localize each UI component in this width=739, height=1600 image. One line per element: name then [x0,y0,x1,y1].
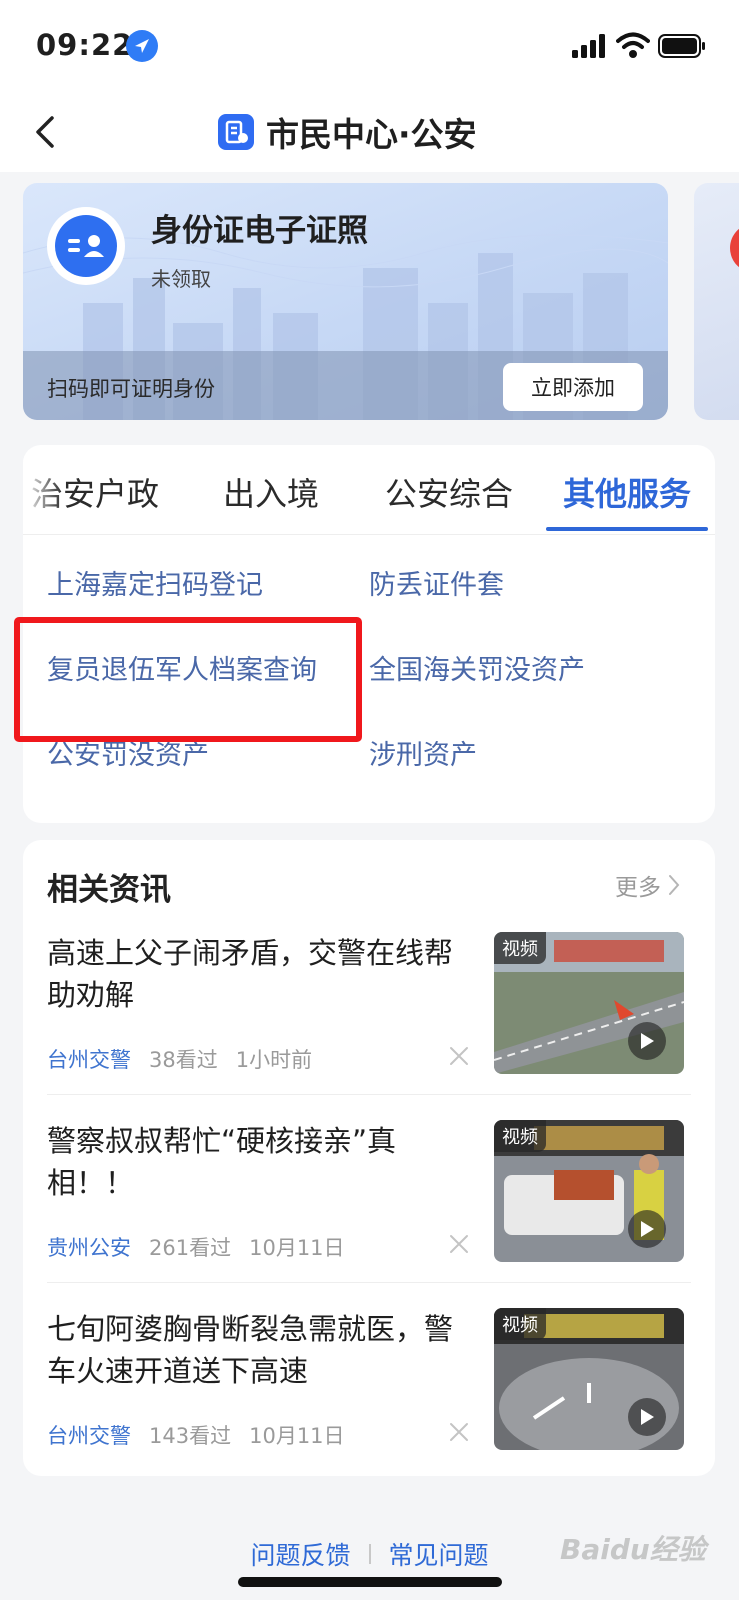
next-card-peek[interactable] [694,183,739,420]
nav-title-group: 市民中心·公安 [218,106,477,158]
news-item-meta: 台州交警 38看过 1小时前 [47,1044,312,1074]
news-divider [47,1094,691,1095]
nav-bar: 市民中心·公安 [0,92,739,172]
service-anti-loss-card-sleeve[interactable]: 防丢证件套 [369,563,504,602]
news-time: 10月11日 [249,1236,345,1260]
service-customs-confiscated-assets[interactable]: 全国海关罚没资产 [369,648,585,687]
news-item[interactable]: 七旬阿婆胸骨断裂急需就医，警车火速开道送下高速 台州交警 143看过 10月11… [47,1308,691,1476]
page-title: 市民中心·公安 [266,115,477,154]
news-views: 261看过 [149,1236,232,1260]
news-panel: 相关资讯 更多 高速上父子闹矛盾，交警在线帮助劝解 台州交警 38看过 1小时前 [23,840,715,1476]
news-item-meta: 贵州公安 261看过 10月11日 [47,1232,345,1262]
id-card-status: 未领取 [151,267,211,291]
service-tabs: 治安户政 出入境 公安综合 其他服务 [23,445,715,535]
news-item-title: 警察叔叔帮忙“硬核接亲”真相！！ [47,1124,397,1200]
chevron-right-icon [669,875,680,895]
service-criminal-assets[interactable]: 涉刑资产 [369,733,477,772]
news-section-title: 相关资讯 [47,872,171,908]
id-card-footer: 扫码即可证明身份 立即添加 [23,351,668,420]
cellular-signal-icon [572,34,605,58]
faq-link[interactable]: 常见问题 [389,1536,489,1572]
news-video-thumbnail[interactable]: 视频 [494,932,684,1074]
footer-separator [368,1544,371,1564]
app-document-icon [218,114,254,150]
news-item-meta: 台州交警 143看过 10月11日 [47,1420,345,1450]
video-tag: 视频 [494,1308,546,1340]
next-card-icon [730,223,739,273]
news-divider [47,1282,691,1283]
id-card-banner[interactable]: 身份证电子证照 未领取 扫码即可证明身份 立即添加 [23,183,668,420]
status-time: 09:22 [36,28,134,62]
close-icon[interactable] [447,1232,471,1256]
wifi-icon [616,32,650,58]
close-icon[interactable] [447,1044,471,1068]
tab-other-services[interactable]: 其他服务 [563,469,691,515]
news-more-link[interactable]: 更多 [615,868,681,902]
baidu-watermark-logo: Baidu经验 [560,1533,706,1566]
location-arrow-icon [126,30,158,62]
news-source[interactable]: 贵州公安 [47,1232,131,1262]
service-shanghai-jiading-scan[interactable]: 上海嘉定扫码登记 [47,563,263,602]
tab-fade-overlay [23,455,63,525]
close-icon[interactable] [447,1420,471,1444]
news-more-label: 更多 [615,875,661,901]
tab-public-security-general[interactable]: 公安综合 [385,469,513,515]
video-tag: 视频 [494,932,546,964]
play-icon[interactable] [628,1022,666,1060]
news-views: 38看过 [149,1048,218,1072]
feedback-link[interactable]: 问题反馈 [250,1536,350,1572]
news-video-thumbnail[interactable]: 视频 [494,1308,684,1450]
back-arrow-icon[interactable] [18,104,74,160]
id-card-title: 身份证电子证照 [151,213,368,249]
home-indicator[interactable] [238,1577,502,1587]
play-icon[interactable] [628,1210,666,1248]
add-id-card-button[interactable]: 立即添加 [503,363,643,411]
tab-exit-entry[interactable]: 出入境 [223,469,319,515]
news-item-title: 高速上父子闹矛盾，交警在线帮助劝解 [47,936,454,1012]
play-icon[interactable] [628,1398,666,1436]
battery-icon [658,34,705,58]
id-card-hint: 扫码即可证明身份 [47,377,215,401]
news-views: 143看过 [149,1424,232,1448]
active-tab-indicator [546,527,708,531]
red-highlight-box [14,617,362,742]
news-source[interactable]: 台州交警 [47,1420,131,1450]
video-tag: 视频 [494,1120,546,1152]
news-source[interactable]: 台州交警 [47,1044,131,1074]
news-item-title: 七旬阿婆胸骨断裂急需就医，警车火速开道送下高速 [47,1312,454,1388]
status-bar: 09:22 [0,0,739,92]
id-card-avatar [47,207,125,285]
news-time: 10月11日 [249,1424,345,1448]
news-video-thumbnail[interactable]: 视频 [494,1120,684,1262]
news-time: 1小时前 [235,1048,313,1072]
